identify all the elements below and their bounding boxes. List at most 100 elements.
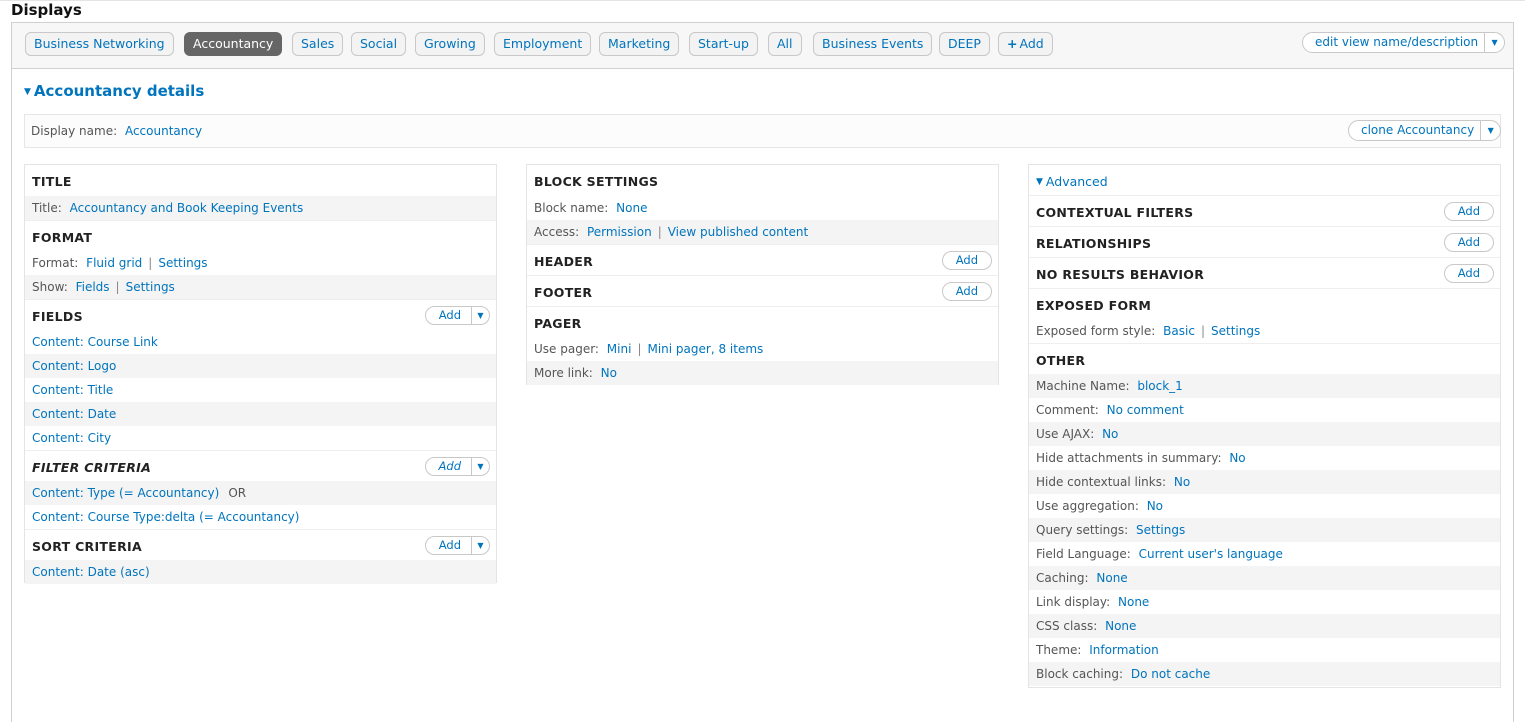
pager-options-link[interactable]: Mini pager, 8 items <box>647 342 763 356</box>
other-label: Machine Name: <box>1036 379 1130 393</box>
add-display-button[interactable]: + Add <box>998 32 1053 56</box>
block-settings-heading: BLOCK SETTINGS <box>534 174 659 189</box>
add-header-button[interactable]: Add <box>941 251 992 270</box>
other-link[interactable]: Settings <box>1136 523 1185 537</box>
add-field-button[interactable]: Add ▼ <box>424 306 490 325</box>
other-label: Hide attachments in summary: <box>1036 451 1222 465</box>
filter-heading-text: FILTER CRITERIA <box>32 460 152 475</box>
other-row: Hide contextual links: No <box>1029 470 1500 494</box>
contextual-heading-text: CONTEXTUAL FILTERS <box>1036 205 1194 220</box>
tab-all[interactable]: All <box>768 32 802 56</box>
other-label: Caching: <box>1036 571 1089 585</box>
right-column: ▼ Advanced CONTEXTUAL FILTERS Add RELATIO… <box>1028 164 1501 688</box>
fields-section-heading: FIELDS Add ▼ <box>25 299 496 330</box>
more-link-row: More link: No <box>527 361 998 385</box>
tab-marketing[interactable]: Marketing <box>599 32 680 56</box>
access-permission-link[interactable]: View published content <box>668 225 808 239</box>
tab-start-up[interactable]: Start-up <box>689 32 758 56</box>
tab-business-networking[interactable]: Business Networking <box>25 32 174 56</box>
format-row: Format: Fluid grid | Settings <box>25 251 496 275</box>
filter-section-heading: FILTER CRITERIA Add ▼ <box>25 450 496 481</box>
add-footer-button[interactable]: Add <box>941 282 992 301</box>
other-label: Theme: <box>1036 643 1082 657</box>
more-link-value[interactable]: No <box>601 366 617 380</box>
other-link[interactable]: No comment <box>1107 403 1184 417</box>
clone-label: clone Accountancy <box>1361 123 1475 137</box>
filter-link[interactable]: Content: Course Type:delta (= Accountanc… <box>32 510 299 524</box>
plus-icon: + <box>1007 36 1018 51</box>
edit-view-button[interactable]: edit view name/description ▼ <box>1302 32 1506 53</box>
field-row: Content: City <box>25 426 496 450</box>
title-link[interactable]: Accountancy and Book Keeping Events <box>70 201 304 215</box>
format-settings-link[interactable]: Settings <box>158 256 207 270</box>
other-row: Caching: None <box>1029 566 1500 590</box>
other-link[interactable]: None <box>1118 595 1149 609</box>
chevron-down-icon[interactable]: ▼ <box>1484 33 1504 52</box>
chevron-down-icon[interactable]: ▼ <box>471 458 489 475</box>
chevron-down-icon[interactable]: ▼ <box>471 537 489 554</box>
tab-social[interactable]: Social <box>351 32 407 56</box>
field-link[interactable]: Content: Date <box>32 407 116 421</box>
details-title: Accountancy details <box>33 82 205 100</box>
tab-sales[interactable]: Sales <box>292 32 344 56</box>
advanced-label: Advanced <box>1045 174 1108 189</box>
use-pager-row: Use pager: Mini | Mini pager, 8 items <box>527 337 998 361</box>
add-filter-button[interactable]: Add ▼ <box>424 457 490 476</box>
add-sort-button[interactable]: Add ▼ <box>424 536 490 555</box>
left-column: TITLE Title: Accountancy and Book Keepin… <box>24 164 497 584</box>
separator: | <box>148 256 153 270</box>
add-label: Add <box>438 308 461 322</box>
other-link[interactable]: Do not cache <box>1131 667 1210 681</box>
other-link[interactable]: Information <box>1089 643 1158 657</box>
display-name-row: Display name: Accountancy <box>31 124 202 138</box>
other-link[interactable]: No <box>1229 451 1245 465</box>
field-link[interactable]: Content: Logo <box>32 359 116 373</box>
field-link[interactable]: Content: Title <box>32 383 113 397</box>
chevron-down-icon[interactable]: ▼ <box>471 307 489 324</box>
details-toggle[interactable]: ▼ Accountancy details <box>24 82 204 100</box>
separator: | <box>637 342 642 356</box>
add-label: Add <box>438 459 461 473</box>
tab-growing[interactable]: Growing <box>415 32 485 56</box>
display-name-bar: Display name: Accountancy clone Accounta… <box>24 114 1502 148</box>
show-link[interactable]: Fields <box>76 280 110 294</box>
add-contextual-filter-button[interactable]: Add <box>1443 202 1494 221</box>
tab-employment[interactable]: Employment <box>494 32 592 56</box>
other-link[interactable]: None <box>1105 619 1136 633</box>
use-pager-link[interactable]: Mini <box>607 342 632 356</box>
field-row: Content: Date <box>25 402 496 426</box>
advanced-toggle[interactable]: ▼ Advanced <box>1029 165 1500 195</box>
filter-link[interactable]: Content: Type (= Accountancy) <box>32 486 219 500</box>
other-link[interactable]: block_1 <box>1137 379 1182 393</box>
header-heading-text: HEADER <box>534 254 594 269</box>
tab-deep[interactable]: DEEP <box>939 32 990 56</box>
field-link[interactable]: Content: Course Link <box>32 335 158 349</box>
chevron-down-icon[interactable]: ▼ <box>1480 121 1500 140</box>
block-name-link[interactable]: None <box>616 201 647 215</box>
tab-business-events[interactable]: Business Events <box>813 32 933 56</box>
add-no-results-button[interactable]: Add <box>1443 264 1494 283</box>
use-pager-label: Use pager: <box>534 342 599 356</box>
tab-accountancy[interactable]: Accountancy <box>184 32 283 56</box>
field-row: Content: Title <box>25 378 496 402</box>
other-link[interactable]: No <box>1147 499 1163 513</box>
more-link-label: More link: <box>534 366 593 380</box>
other-link[interactable]: Current user's language <box>1139 547 1283 561</box>
field-link[interactable]: Content: City <box>32 431 111 445</box>
clone-display-button[interactable]: clone Accountancy ▼ <box>1348 120 1502 141</box>
other-link[interactable]: No <box>1174 475 1190 489</box>
display-name-link[interactable]: Accountancy <box>125 124 202 138</box>
other-link[interactable]: None <box>1096 571 1127 585</box>
access-link[interactable]: Permission <box>587 225 652 239</box>
exposed-form-link[interactable]: Basic <box>1163 324 1195 338</box>
sort-link[interactable]: Content: Date (asc) <box>32 565 150 579</box>
other-section-heading: OTHER <box>1029 343 1500 374</box>
no-results-heading-text: NO RESULTS BEHAVIOR <box>1036 267 1205 282</box>
other-link[interactable]: No <box>1102 427 1118 441</box>
exposed-settings-link[interactable]: Settings <box>1211 324 1260 338</box>
format-link[interactable]: Fluid grid <box>86 256 142 270</box>
show-settings-link[interactable]: Settings <box>126 280 175 294</box>
field-row: Content: Course Link <box>25 330 496 354</box>
other-label: Use AJAX: <box>1036 427 1095 441</box>
add-relationship-button[interactable]: Add <box>1443 233 1494 252</box>
